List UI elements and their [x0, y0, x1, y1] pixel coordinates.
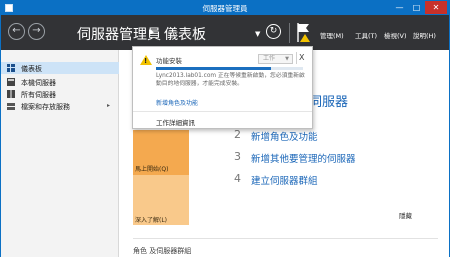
dashboard-icon: [7, 64, 15, 72]
refresh-icon[interactable]: ↻: [266, 24, 281, 39]
close-button[interactable]: ✕: [425, 1, 447, 14]
step-link[interactable]: 新增角色及功能: [251, 129, 318, 143]
step-link[interactable]: 新增其他要管理的伺服器: [251, 151, 356, 165]
task-dropdown-label: 工作: [263, 55, 276, 62]
minimize-button[interactable]: —: [391, 1, 408, 14]
menu-tools[interactable]: 工具(T): [355, 30, 377, 40]
warning-mark: !: [144, 57, 148, 65]
app-header: ← → 伺服器管理員 ▸ 儀表板 ▼ ↻ 管理(M) 工具(T) 檢視(V) 說…: [1, 15, 449, 50]
install-progress-bar: [156, 67, 303, 70]
window-title: 伺服器管理員: [202, 4, 248, 13]
sidebar-item-dashboard[interactable]: 儀表板: [1, 62, 119, 74]
learn-more-label: 深入了解(L): [135, 217, 168, 224]
install-progress-fill: [156, 67, 271, 70]
hide-link[interactable]: 隱藏: [399, 210, 412, 220]
breadcrumb-separator: ▸: [149, 25, 155, 38]
chevron-down-icon[interactable]: ▼: [255, 30, 260, 38]
sidebar-item-label: 儀表板: [21, 65, 42, 73]
popup-separator: [133, 111, 312, 112]
learn-more-tile[interactable]: 深入了解(L): [133, 175, 189, 225]
popup-close-button[interactable]: X: [299, 53, 304, 62]
task-details-link[interactable]: 工作詳細資訊: [156, 117, 195, 127]
notification-popup: ! 功能安裝 工作 ▼ X Lync2013.lab01.com 正在等候重新啟…: [132, 46, 313, 129]
step-number: 3: [234, 150, 241, 163]
sidebar-item-label: 本機伺服器: [21, 79, 56, 87]
sidebar-item-all-servers[interactable]: 所有伺服器: [1, 88, 119, 100]
forward-icon[interactable]: →: [28, 23, 45, 40]
section-title: 角色 及伺服器群組: [133, 247, 192, 255]
menu-manage[interactable]: 管理(M): [320, 30, 344, 40]
step-number: 4: [234, 172, 241, 185]
back-icon[interactable]: ←: [8, 23, 25, 40]
server-icon: [7, 78, 15, 86]
expand-arrow-icon[interactable]: ▸: [107, 102, 110, 109]
welcome-heading: 伺服器: [309, 95, 349, 110]
quick-start-label: 馬上開始(Q): [135, 166, 169, 173]
menu-view[interactable]: 檢視(V): [384, 30, 407, 40]
add-roles-link[interactable]: 新增角色及功能: [156, 98, 198, 107]
sidebar-item-label: 所有伺服器: [21, 91, 56, 99]
quick-start-tile[interactable]: 馬上開始(Q): [133, 130, 189, 175]
menu-help[interactable]: 說明(H): [413, 30, 436, 40]
notifications-flag-icon[interactable]: [295, 21, 311, 43]
maximize-button[interactable]: □: [408, 1, 425, 14]
servers-icon: [7, 90, 15, 98]
breadcrumb-current: 儀表板: [164, 27, 206, 43]
popup-divider: [296, 52, 297, 64]
title-bar: 伺服器管理員 — □ ✕: [1, 1, 449, 15]
section-divider: [133, 238, 438, 239]
storage-icon: [7, 103, 15, 110]
task-dropdown[interactable]: 工作 ▼: [258, 54, 293, 64]
sidebar: 儀表板 本機伺服器 所有伺服器 檔案和存放服務 ▸: [1, 50, 119, 257]
popup-message: Lync2013.lab01.com 正在等候重新啟動，您必須重新啟動目的地伺服…: [156, 73, 305, 87]
server-manager-window: 伺服器管理員 — □ ✕ ← → 伺服器管理員 ▸ 儀表板 ▼ ↻ 管理(M) …: [0, 0, 450, 257]
step-number: 2: [234, 128, 241, 141]
popup-title: 功能安裝: [156, 57, 182, 65]
header-divider: [289, 23, 290, 43]
chevron-down-icon: ▼: [285, 56, 289, 62]
sidebar-item-local-server[interactable]: 本機伺服器: [1, 76, 119, 88]
sidebar-item-label: 檔案和存放服務: [21, 103, 70, 111]
sidebar-item-file-storage[interactable]: 檔案和存放服務 ▸: [1, 100, 119, 112]
step-link[interactable]: 建立伺服器群組: [251, 173, 318, 187]
